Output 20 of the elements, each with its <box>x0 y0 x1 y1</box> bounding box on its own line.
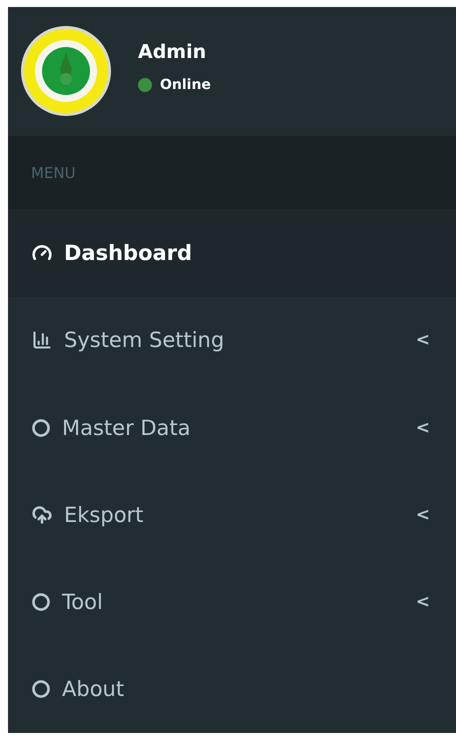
menu-header-text: MENU <box>31 164 76 182</box>
status-dot <box>138 78 152 92</box>
menu-item[interactable]: System Setting < <box>8 296 456 384</box>
menu-item[interactable]: Eksport < <box>8 471 456 558</box>
menu-item[interactable]: About <box>8 646 456 734</box>
circle-icon <box>32 418 50 437</box>
caret-icon: < <box>416 330 430 350</box>
caret-icon: < <box>416 418 430 438</box>
circle-icon <box>32 593 50 612</box>
circle-icon <box>32 680 50 698</box>
menu-item[interactable]: Master Data < <box>8 384 456 472</box>
status-text: Online <box>160 77 211 94</box>
menu-item[interactable]: Tool < <box>8 558 456 646</box>
menu-item[interactable]: Dashboard <box>8 209 456 297</box>
dashboard-icon <box>32 242 52 263</box>
caret-icon: < <box>416 592 430 612</box>
cloud-upload-icon <box>32 504 52 525</box>
caret-icon: < <box>416 504 430 525</box>
user-name: Admin <box>138 41 208 64</box>
bar-chart-icon <box>32 330 52 350</box>
